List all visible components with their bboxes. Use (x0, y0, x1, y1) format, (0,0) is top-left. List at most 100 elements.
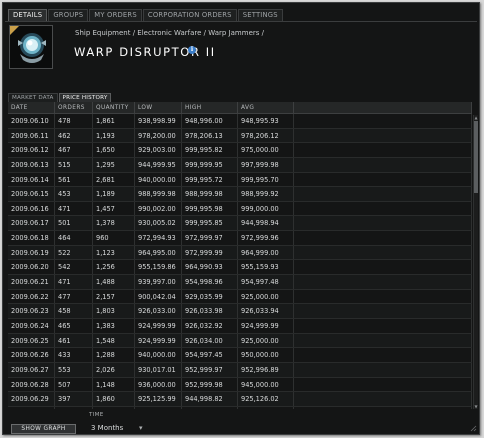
cell-avg: 924,999.99 (238, 318, 294, 333)
cell-avg: 999,995.70 (238, 172, 294, 187)
cell-low: 926,033.00 (135, 304, 182, 318)
cell-low: 978,200.00 (135, 128, 182, 143)
cell-blank (294, 187, 472, 201)
table-row[interactable]: 2009.06.25 461 1,548 924,999.99 926,034.00 92… (8, 333, 472, 349)
cell-low: 930,005.02 (135, 216, 182, 231)
tab-details[interactable]: DETAILS (8, 9, 48, 21)
column-header-low[interactable]: LOW (135, 102, 182, 114)
cell-blank (294, 377, 472, 392)
scroll-down-arrow-icon[interactable]: ▼ (474, 404, 478, 409)
cell-date: 2009.06.23 (8, 304, 55, 318)
cell-quantity: 1,148 (93, 377, 135, 392)
cell-low: 940,000.00 (135, 348, 182, 362)
column-header-quantity[interactable]: QUANTITY (93, 102, 135, 114)
cell-low: 900,042.04 (135, 289, 182, 304)
cell-orders: 397 (55, 392, 93, 406)
cell-date: 2009.06.21 (8, 275, 55, 289)
column-header-avg[interactable]: AVG (238, 102, 294, 114)
cell-date: 2009.06.16 (8, 201, 55, 216)
top-tab-bar: DETAILS GROUPS MY ORDERS CORPORATION ORD… (8, 9, 283, 21)
cell-blank (294, 128, 472, 143)
table-row[interactable]: 2009.06.19 522 1,123 964,995.00 972,999.99 96… (8, 245, 472, 261)
cell-avg: 955,159.93 (238, 260, 294, 275)
cell-avg: 999,000.00 (238, 201, 294, 216)
cell-avg: 925,126.02 (238, 392, 294, 406)
cell-quantity: 1,189 (93, 187, 135, 201)
table-row[interactable]: 2009.06.22 477 2,157 900,042.04 929,035.99 92… (8, 289, 472, 305)
tab-groups[interactable]: GROUPS (48, 9, 89, 21)
cell-low: 939,997.00 (135, 275, 182, 289)
tab-price-history[interactable]: PRICE HISTORY (58, 93, 112, 102)
cell-date: 2009.06.30 (8, 406, 55, 409)
cell-high: 952,999.98 (182, 377, 238, 392)
cell-high: 999,995.85 (182, 216, 238, 231)
cell-high: 964,990.93 (182, 260, 238, 275)
cell-blank (294, 304, 472, 318)
cell-quantity: 1,719 (93, 406, 135, 409)
table-row[interactable]: 2009.06.16 471 1,457 990,002.00 999,995.98 99… (8, 201, 472, 217)
item-icon[interactable] (9, 25, 53, 69)
tab-corporation-orders[interactable]: CORPORATION ORDERS (142, 9, 237, 21)
cell-orders: 461 (55, 333, 93, 348)
table-row[interactable]: 2009.06.18 464 960 972,994.93 972,999.97 972,… (8, 231, 472, 246)
cell-quantity: 1,861 (93, 114, 135, 128)
table-header: DATE ORDERS QUANTITY LOW HIGH AVG (8, 102, 472, 114)
cell-orders: 462 (55, 128, 93, 143)
chevron-down-icon[interactable]: ▾ (139, 423, 143, 434)
cell-avg: 972,999.96 (238, 231, 294, 245)
table-row[interactable]: 2009.06.29 397 1,860 925,125.99 944,998.82 92… (8, 392, 472, 407)
table-row[interactable]: 2009.06.20 542 1,256 955,159.86 964,990.93 95… (8, 260, 472, 276)
table-row[interactable]: 2009.06.23 458 1,803 926,033.00 926,033.98 92… (8, 304, 472, 319)
cell-blank (294, 114, 472, 128)
table-row[interactable]: 2009.06.24 465 1,383 924,999.99 926,032.92 92… (8, 318, 472, 334)
column-header-high[interactable]: HIGH (182, 102, 238, 114)
table-scrollbar[interactable]: ▲ ▼ (473, 115, 478, 409)
time-range-select[interactable]: 3 Months ▾ (89, 423, 151, 434)
show-graph-button[interactable]: SHOW GRAPH (11, 424, 76, 434)
table-row[interactable]: 2009.06.28 507 1,148 936,000.00 952,999.98 94… (8, 377, 472, 393)
column-header-date[interactable]: DATE (8, 102, 55, 114)
table-row[interactable]: 2009.06.11 462 1,193 978,200.00 978,206.13 97… (8, 128, 472, 144)
resize-grip-icon[interactable] (470, 425, 477, 432)
cell-orders: 522 (55, 245, 93, 260)
cell-high: 944,998.92 (182, 406, 238, 409)
cell-low: 944,998.82 (135, 406, 182, 409)
table-row[interactable]: 2009.06.304521,719944,998.82944,998.9294… (8, 406, 472, 409)
table-row[interactable]: 2009.06.15 453 1,189 988,999.98 988,999.98 98… (8, 187, 472, 202)
cell-avg: 997,999.98 (238, 157, 294, 172)
tab-market-data[interactable]: MARKET DATA (8, 93, 58, 102)
cell-low: 929,003.00 (135, 143, 182, 157)
cell-date: 2009.06.25 (8, 333, 55, 348)
cell-quantity: 2,026 (93, 362, 135, 377)
table-row[interactable]: 2009.06.10 478 1,861 938,998.99 948,996.00 94… (8, 114, 472, 129)
cell-orders: 467 (55, 143, 93, 157)
cell-blank (294, 231, 472, 245)
scrollbar-thumb[interactable] (474, 121, 478, 193)
tab-my-orders[interactable]: MY ORDERS (89, 9, 142, 21)
cell-low: 936,000.00 (135, 377, 182, 392)
cell-date: 2009.06.19 (8, 245, 55, 260)
tab-settings[interactable]: SETTINGS (237, 9, 283, 21)
cell-low: 955,159.86 (135, 260, 182, 275)
cell-high: 948,996.00 (182, 114, 238, 128)
breadcrumb[interactable]: Ship Equipment / Electronic Warfare / Wa… (75, 29, 264, 37)
table-row[interactable]: 2009.06.14 561 2,681 940,000.00 999,995.72 99… (8, 172, 472, 188)
table-row[interactable]: 2009.06.17 501 1,378 930,005.02 999,995.85 94… (8, 216, 472, 232)
info-icon[interactable]: i (188, 46, 196, 54)
table-row[interactable]: 2009.06.21 471 1,488 939,997.00 954,998.96 95… (8, 275, 472, 290)
cell-quantity: 1,193 (93, 128, 135, 143)
column-header-orders[interactable]: ORDERS (55, 102, 93, 114)
table-row[interactable]: 2009.06.26 433 1,288 940,000.00 954,997.45 95… (8, 348, 472, 363)
cell-quantity: 1,650 (93, 143, 135, 157)
cell-blank (294, 318, 472, 333)
cell-orders: 465 (55, 318, 93, 333)
cell-blank (294, 289, 472, 304)
table-row[interactable]: 2009.06.12 467 1,650 929,003.00 999,995.82 97… (8, 143, 472, 158)
table-row[interactable]: 2009.06.27 553 2,026 930,017.01 952,999.97 95… (8, 362, 472, 378)
warp-disruptor-icon (10, 26, 52, 68)
cell-low: 972,994.93 (135, 231, 182, 245)
table-row[interactable]: 2009.06.13 515 1,295 944,999.95 999,999.95 99… (8, 157, 472, 173)
cell-blank (294, 406, 472, 409)
sub-tab-bar: MARKET DATA PRICE HISTORY (8, 93, 112, 102)
scroll-up-arrow-icon[interactable]: ▲ (474, 115, 478, 120)
